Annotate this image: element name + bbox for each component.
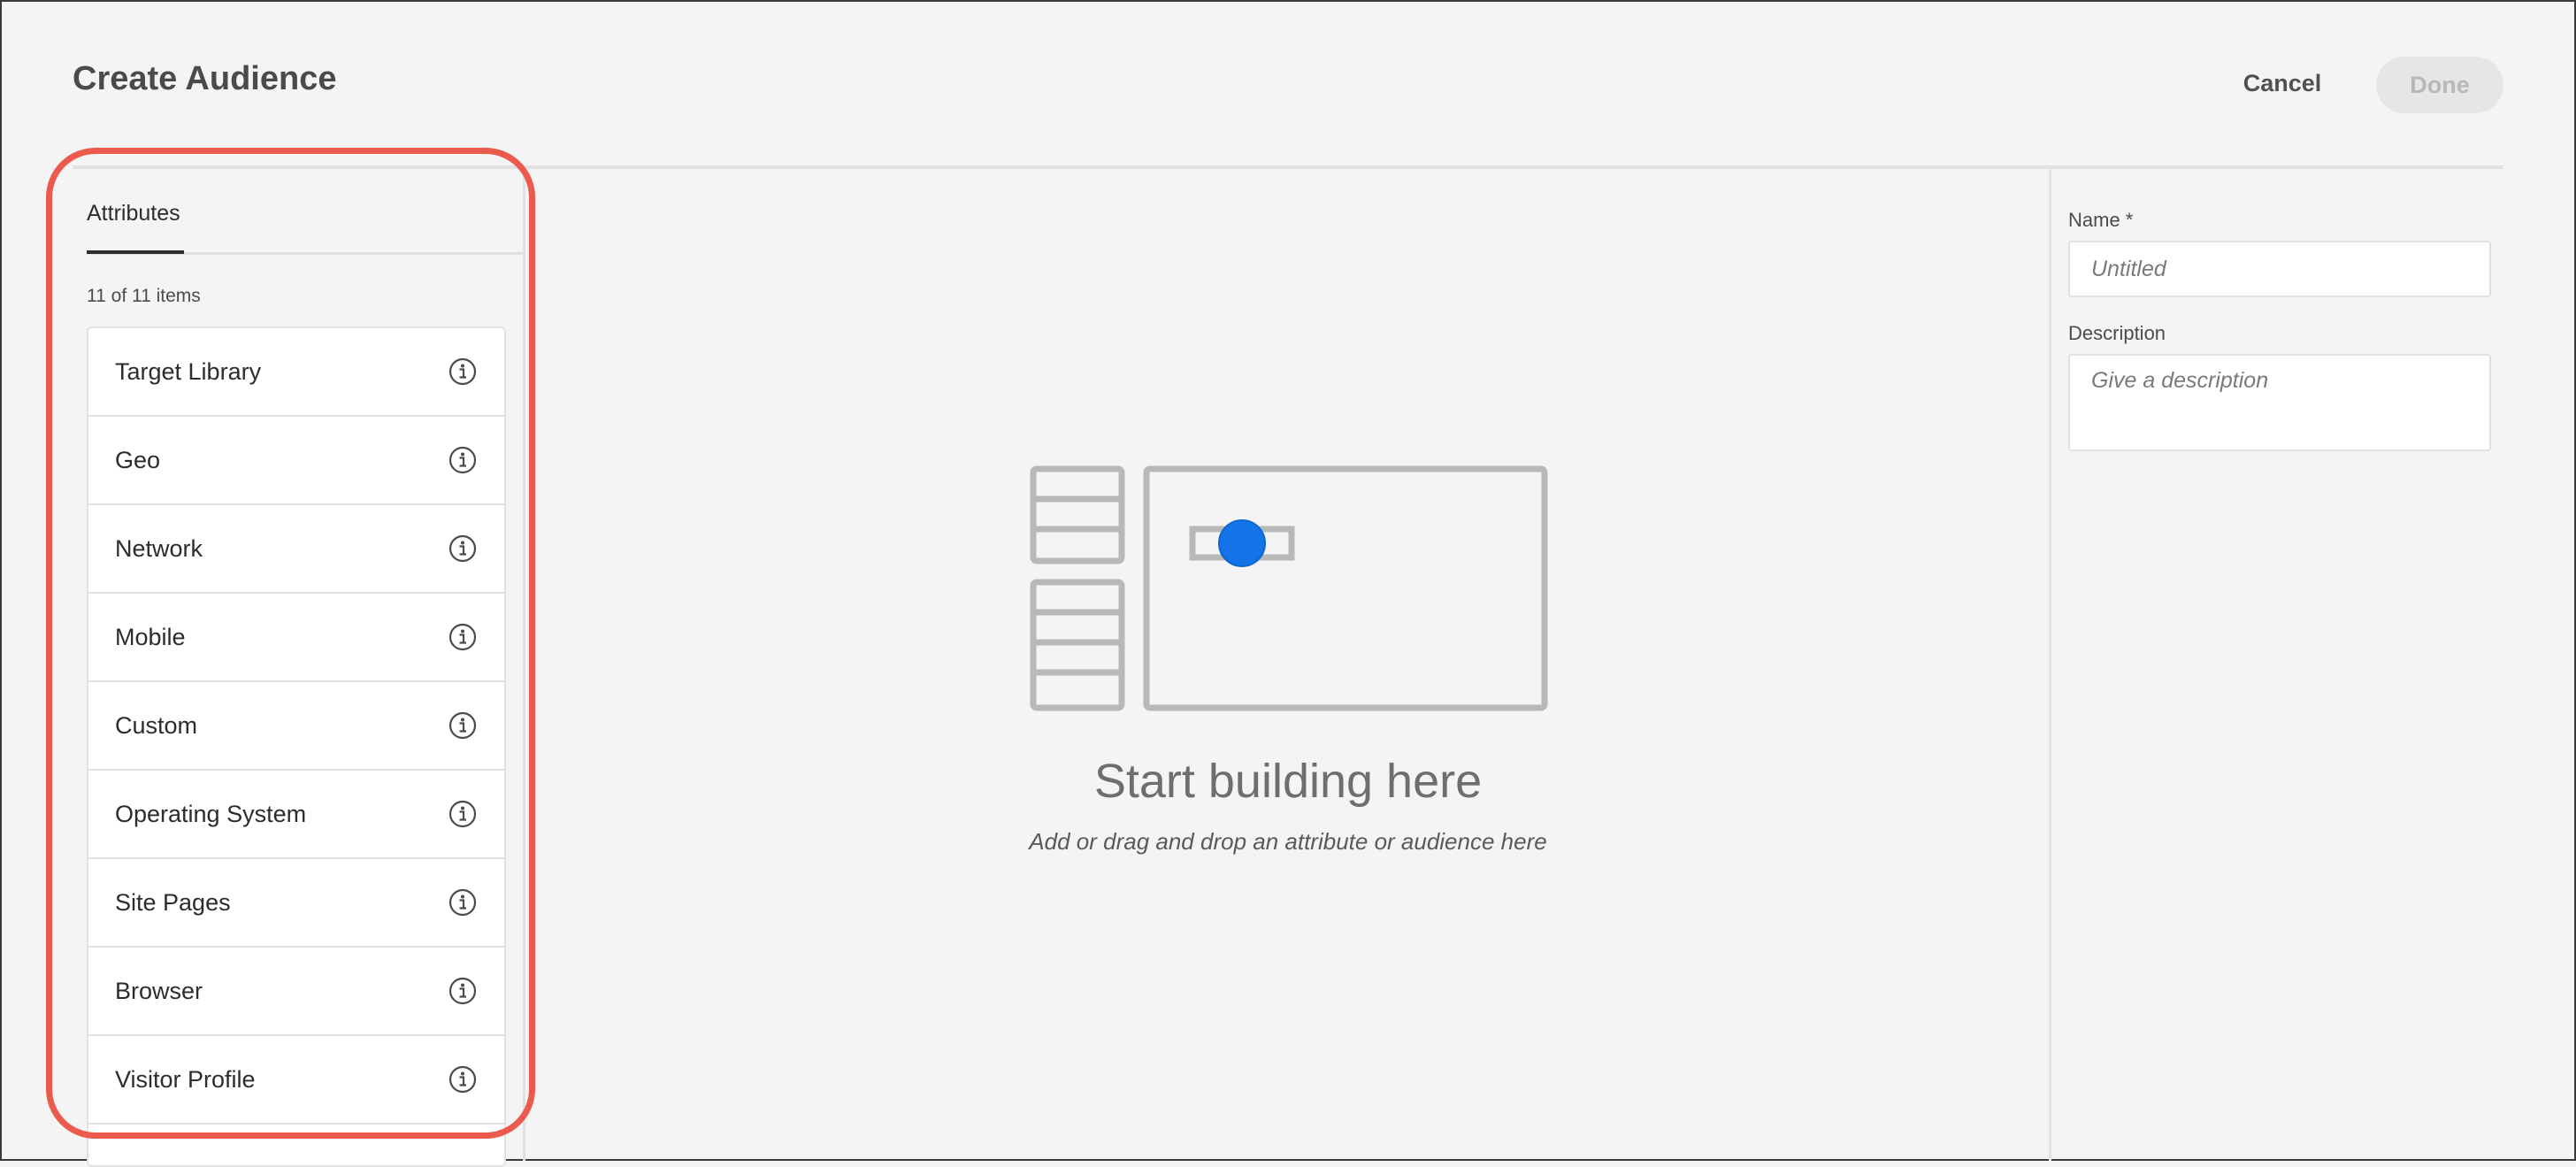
- list-item[interactable]: Network: [88, 505, 504, 594]
- info-icon[interactable]: [448, 710, 478, 741]
- panel-divider: [523, 169, 525, 1161]
- drag-handle-dot: [1218, 519, 1266, 567]
- attribute-list: Target Library Geo Network Mobile Custom Oper…: [87, 326, 506, 1167]
- list-item[interactable]: Custom: [88, 682, 504, 771]
- info-icon[interactable]: [448, 445, 478, 475]
- tab-attributes[interactable]: Attributes: [87, 201, 180, 226]
- page-title: Create Audience: [73, 60, 337, 97]
- description-label: Description: [2068, 322, 2166, 344]
- list-item-label: Target Library: [115, 357, 262, 385]
- info-icon[interactable]: [448, 534, 478, 564]
- description-input[interactable]: [2068, 354, 2491, 451]
- done-button[interactable]: Done: [2376, 57, 2503, 113]
- item-count: 11 of 11 items: [87, 286, 201, 306]
- list-item[interactable]: Operating System: [88, 771, 504, 859]
- list-item-label: Geo: [115, 446, 161, 473]
- empty-state-subtitle: Add or drag and drop an attribute or aud…: [1029, 828, 1547, 855]
- cancel-button[interactable]: Cancel: [2238, 58, 2327, 108]
- info-icon[interactable]: [448, 887, 478, 917]
- list-item-label: Custom: [115, 711, 198, 739]
- attributes-panel: Attributes 11 of 11 items Target Library…: [73, 169, 524, 1167]
- info-icon[interactable]: [448, 976, 478, 1006]
- info-icon[interactable]: [448, 1064, 478, 1094]
- tab-active-indicator: [87, 250, 184, 254]
- list-item[interactable]: Site Pages: [88, 859, 504, 948]
- list-item-label: Visitor Profile: [115, 1065, 256, 1093]
- info-icon[interactable]: [448, 799, 478, 829]
- list-item[interactable]: Geo: [88, 417, 504, 505]
- list-item-label: Network: [115, 534, 203, 562]
- list-item[interactable]: Browser: [88, 948, 504, 1036]
- list-item[interactable]: Visitor Profile: [88, 1036, 504, 1125]
- builder-illustration: [1030, 465, 1548, 711]
- info-icon[interactable]: [448, 357, 478, 387]
- name-label: Name *: [2068, 209, 2134, 231]
- info-icon[interactable]: [448, 622, 478, 652]
- details-divider: [2049, 169, 2051, 1161]
- list-item[interactable]: Target Library: [88, 328, 504, 417]
- list-item-label: Operating System: [115, 800, 307, 827]
- list-item-label: Site Pages: [115, 888, 231, 916]
- name-input[interactable]: [2068, 241, 2491, 297]
- list-item[interactable]: Mobile: [88, 594, 504, 682]
- list-item-label: Mobile: [115, 623, 186, 650]
- empty-state-title: Start building here: [1093, 755, 1483, 808]
- list-item-label: Browser: [115, 977, 203, 1004]
